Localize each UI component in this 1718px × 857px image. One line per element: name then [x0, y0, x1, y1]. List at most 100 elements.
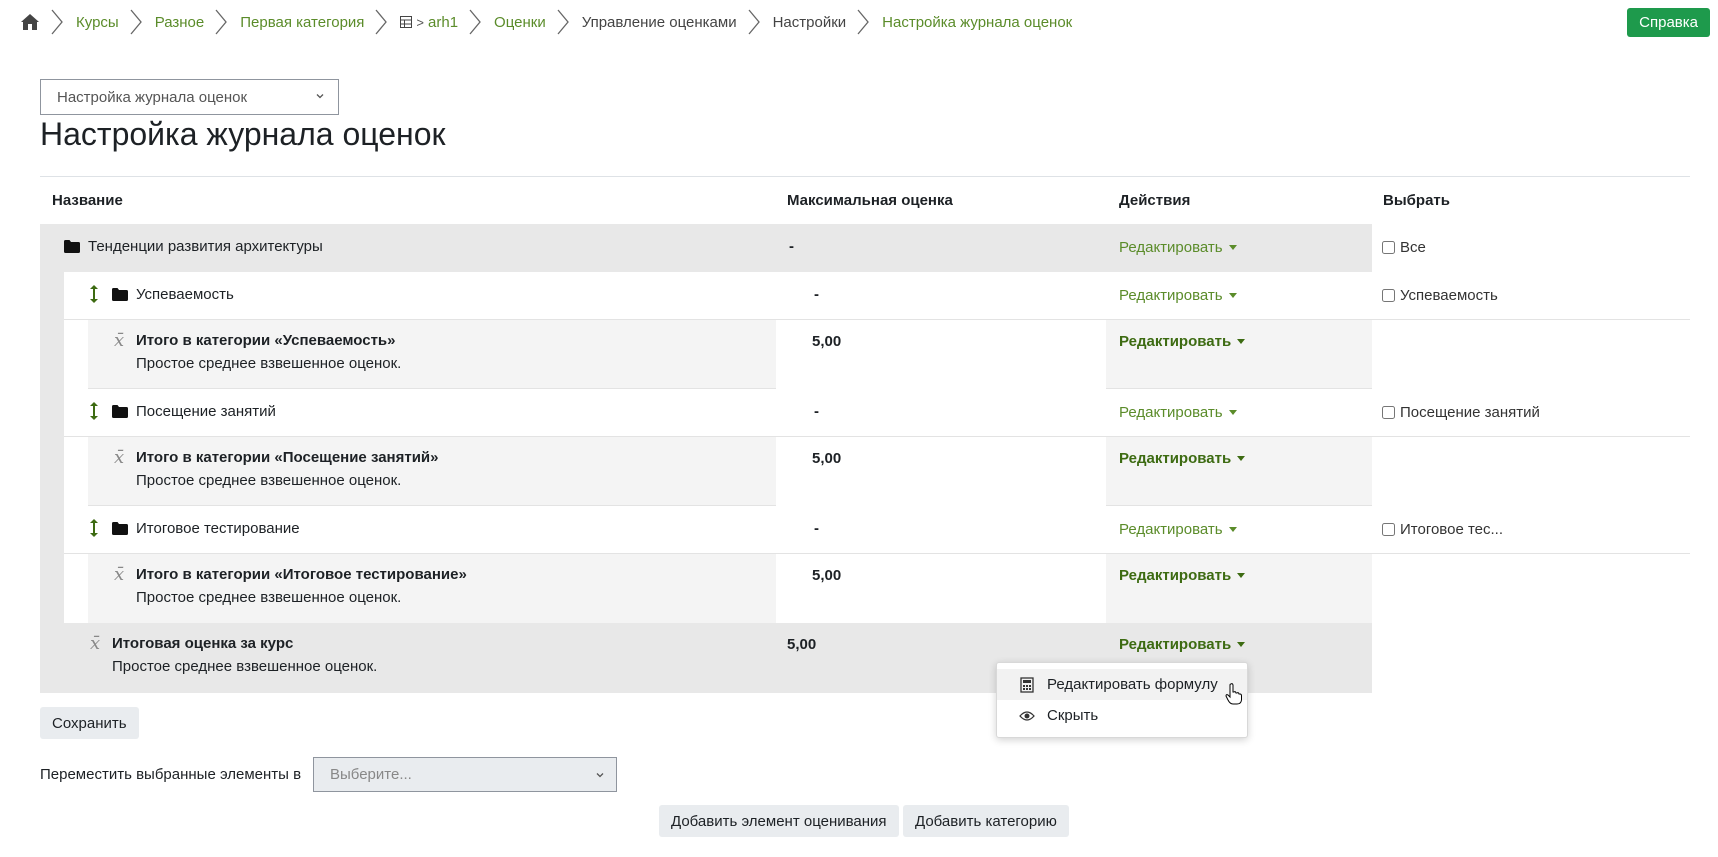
menu-item-label: Редактировать формулу — [1047, 676, 1218, 693]
select-all-checkbox[interactable]: Все — [1382, 239, 1426, 256]
move-select-placeholder: Выберите... — [330, 766, 412, 783]
move-label: Переместить выбранные элементы в — [40, 766, 302, 783]
move-icon[interactable] — [88, 401, 100, 421]
checkbox[interactable] — [1382, 406, 1395, 419]
edit-dropdown[interactable]: Редактировать — [1119, 450, 1246, 467]
edit-dropdown[interactable]: Редактировать — [1119, 567, 1246, 584]
eye-icon — [1019, 710, 1035, 721]
chevron-right-icon — [51, 9, 63, 35]
edit-label: Редактировать — [1119, 521, 1223, 538]
folder-icon — [112, 405, 128, 418]
max-grade: 5,00 — [787, 636, 817, 653]
edit-dropdown[interactable]: Редактировать — [1119, 239, 1237, 256]
header-actions: Действия — [1119, 192, 1191, 209]
breadcrumb-course[interactable]: arh1 — [428, 14, 458, 31]
chevron-right-icon — [748, 9, 760, 35]
page-navigation-select[interactable]: Настройка журнала оценок — [40, 79, 339, 115]
caret-down-icon — [1228, 410, 1237, 415]
edit-dropdown[interactable]: Редактировать — [1119, 333, 1246, 350]
edit-label: Редактировать — [1119, 239, 1223, 256]
edit-label: Редактировать — [1119, 287, 1223, 304]
breadcrumb-misc[interactable]: Разное — [155, 14, 205, 31]
checkbox-label: Итоговое тес... — [1400, 521, 1504, 538]
chevron-right-icon — [469, 9, 481, 35]
edit-label: Редактировать — [1119, 450, 1232, 467]
page-title: Настройка журнала оценок — [40, 116, 446, 152]
table-row: Тенденции развития архитектуры - Редакти… — [40, 224, 1690, 272]
chevron-down-icon — [596, 773, 604, 778]
checkbox[interactable] — [1382, 523, 1395, 536]
max-grade: 5,00 — [812, 333, 842, 350]
category-name: Итоговое тестирование — [136, 520, 300, 537]
breadcrumb-grade-management: Управление оценками — [581, 13, 737, 31]
breadcrumb-courses[interactable]: Курсы — [76, 14, 119, 31]
fade-overlay — [1560, 624, 1718, 693]
category-total-desc: Простое среднее взвешенное оценок. — [136, 355, 402, 372]
move-icon[interactable] — [88, 284, 100, 304]
header-select: Выбрать — [1383, 192, 1450, 209]
gradebook-setup-table: Название Максимальная оценка Действия Вы… — [40, 176, 1690, 693]
header-max-grade: Максимальная оценка — [787, 192, 953, 209]
table-row: x̄ Итоговая оценка за курс Простое средн… — [40, 623, 1690, 693]
caret-down-icon — [1237, 456, 1246, 461]
checkbox-label: Посещение занятий — [1400, 404, 1540, 421]
breadcrumb-first-category[interactable]: Первая категория — [240, 14, 364, 31]
small-chevron-icon: > — [416, 14, 425, 30]
caret-down-icon — [1228, 245, 1237, 250]
edit-label: Редактировать — [1119, 567, 1232, 584]
move-icon[interactable] — [88, 518, 100, 538]
max-grade: - — [814, 520, 819, 537]
edit-label: Редактировать — [1119, 333, 1232, 350]
category-name: Посещение занятий — [136, 403, 276, 420]
caret-down-icon — [1228, 293, 1237, 298]
table-row: Успеваемость - Редактировать Успеваемост… — [64, 272, 1690, 320]
table-row: x̄ Итого в категории «Успеваемость» Прос… — [64, 320, 1690, 389]
caret-down-icon — [1237, 642, 1246, 647]
chevron-right-icon — [857, 9, 870, 35]
home-icon[interactable] — [20, 12, 40, 32]
page-select-value: Настройка журнала оценок — [57, 88, 248, 106]
move-target-select[interactable]: Выберите... — [313, 757, 617, 792]
add-grade-item-button[interactable]: Добавить элемент оценивания — [659, 805, 899, 837]
edit-dropdown[interactable]: Редактировать — [1119, 404, 1237, 421]
save-button[interactable]: Сохранить — [40, 707, 139, 739]
table-row: Итоговое тестирование - Редактировать Ит… — [64, 506, 1690, 554]
table-header: Название Максимальная оценка Действия Вы… — [40, 176, 1690, 224]
category-name: Тенденции развития архитектуры — [88, 238, 323, 255]
add-category-button[interactable]: Добавить категорию — [903, 805, 1069, 837]
checkbox[interactable] — [1382, 241, 1395, 254]
help-button[interactable]: Справка — [1627, 8, 1710, 37]
breadcrumb-grades[interactable]: Оценки — [494, 14, 546, 31]
edit-label: Редактировать — [1119, 636, 1232, 653]
max-grade: - — [814, 286, 819, 303]
max-grade: - — [789, 238, 794, 255]
category-total-desc: Простое среднее взвешенное оценок. — [136, 589, 402, 606]
edit-dropdown-menu: Редактировать формулу Скрыть — [996, 662, 1248, 738]
calculator-icon — [1020, 676, 1034, 693]
category-total-name: Итого в категории «Успеваемость» — [136, 332, 396, 349]
table-row: x̄ Итого в категории «Итоговое тестирова… — [64, 554, 1690, 623]
folder-icon — [112, 288, 128, 301]
chevron-down-icon — [316, 94, 324, 99]
hand-cursor-icon — [1225, 683, 1242, 705]
edit-dropdown[interactable]: Редактировать — [1119, 521, 1237, 538]
menu-item-edit-formula[interactable]: Редактировать формулу — [997, 669, 1247, 700]
aggregation-icon: x̄ — [114, 330, 125, 351]
max-grade: 5,00 — [812, 567, 842, 584]
chevron-right-icon — [130, 9, 142, 35]
category-checkbox[interactable]: Итоговое тес... — [1382, 521, 1503, 538]
aggregation-icon: x̄ — [90, 633, 101, 654]
chevron-right-icon — [557, 9, 569, 35]
edit-dropdown[interactable]: Редактировать — [1119, 636, 1246, 653]
checkbox[interactable] — [1382, 289, 1395, 302]
category-checkbox[interactable]: Успеваемость — [1382, 287, 1498, 304]
header-name: Название — [52, 192, 123, 209]
select-cell: Все — [1372, 224, 1690, 272]
category-checkbox[interactable]: Посещение занятий — [1382, 404, 1540, 421]
breadcrumb: Курсы Разное Первая категория > arh1 Оце… — [20, 8, 1072, 36]
aggregation-icon: x̄ — [114, 447, 125, 468]
breadcrumb-gradebook-setup[interactable]: Настройка журнала оценок — [882, 14, 1072, 31]
menu-item-hide[interactable]: Скрыть — [997, 700, 1247, 731]
table-icon — [400, 16, 413, 28]
edit-dropdown[interactable]: Редактировать — [1119, 287, 1237, 304]
